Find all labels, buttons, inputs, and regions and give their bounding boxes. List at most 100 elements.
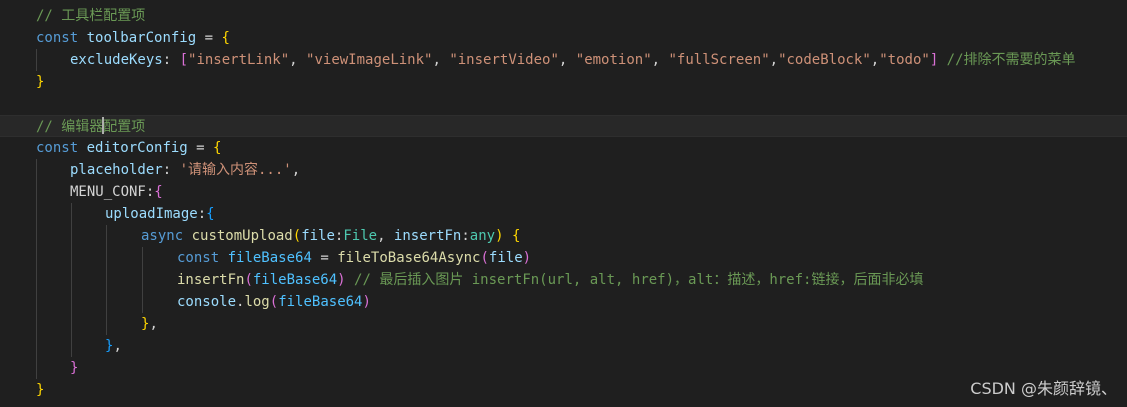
string-literal: "insertVideo" xyxy=(449,52,559,68)
indent-guide xyxy=(106,313,107,335)
function-name: fileToBase64Async xyxy=(337,250,481,266)
comment: // 工具栏配置项 xyxy=(36,8,146,24)
string-literal: "todo" xyxy=(879,52,930,68)
operator: = xyxy=(196,30,222,46)
string-literal: "emotion" xyxy=(575,52,652,68)
operator: = xyxy=(311,250,338,266)
comment: //排除不需要的菜单 xyxy=(938,52,1076,68)
string-literal: '请输入内容...' xyxy=(179,162,292,178)
colon: : xyxy=(162,52,180,68)
indent-guide xyxy=(106,269,107,291)
indent-guide xyxy=(71,269,72,291)
indent-guide xyxy=(71,335,72,357)
comma: , xyxy=(870,52,880,68)
keyword: const xyxy=(36,140,79,156)
identifier: toolbarConfig xyxy=(86,30,197,46)
watermark: CSDN @朱颜辞镜、 xyxy=(970,379,1117,398)
indent-guide xyxy=(36,247,37,269)
identifier: fileBase64 xyxy=(227,250,312,266)
code-line: }, xyxy=(0,313,1127,335)
current-line: // 编辑器配置项 xyxy=(0,115,1127,137)
comma: , xyxy=(149,316,158,332)
code-line: insertFn(fileBase64) // 最后插入图片 insertFn(… xyxy=(0,269,1127,291)
indent-guide xyxy=(36,203,37,225)
property-key: placeholder xyxy=(70,162,163,178)
code-line: const fileBase64 = fileToBase64Async(fil… xyxy=(0,247,1127,269)
keyword: async xyxy=(141,228,184,244)
comma: , xyxy=(291,162,301,178)
indent-guide xyxy=(142,291,143,313)
comment: // 最后插入图片 insertFn(url, alt, href)，alt：描… xyxy=(345,272,924,288)
function-name: insertFn xyxy=(177,272,245,288)
indent-guide xyxy=(36,313,37,335)
type-name: any xyxy=(469,228,496,244)
colon: : xyxy=(197,206,207,222)
operator: = xyxy=(187,140,214,156)
indent-guide xyxy=(142,269,143,291)
indent-guide xyxy=(142,247,143,269)
indent-guide xyxy=(36,357,37,379)
code-line: } xyxy=(0,357,1127,379)
paren: ( xyxy=(480,250,489,266)
function-name: log xyxy=(244,294,270,310)
argument: fileBase64 xyxy=(252,272,338,288)
paren: ) xyxy=(495,228,504,244)
comma: , xyxy=(769,52,779,68)
comment: 配置项 xyxy=(103,119,146,135)
code-line: uploadImage:{ xyxy=(0,203,1127,225)
parameter: file xyxy=(301,228,335,244)
identifier: console xyxy=(177,294,237,310)
indent-guide xyxy=(36,335,37,357)
indent-guide xyxy=(36,159,37,181)
brace: { xyxy=(221,30,230,46)
indent-guide xyxy=(36,225,37,247)
paren: ) xyxy=(362,294,371,310)
comma: , xyxy=(377,228,394,244)
property-key: MENU_CONF xyxy=(70,184,146,200)
indent-guide xyxy=(36,291,37,313)
brace: } xyxy=(36,74,45,90)
property-key: uploadImage xyxy=(105,206,198,222)
paren: ) xyxy=(337,272,346,288)
brace: { xyxy=(206,206,215,222)
comment: // 编辑器 xyxy=(36,119,104,135)
colon: : xyxy=(461,228,470,244)
code-line: console.log(fileBase64) xyxy=(0,291,1127,313)
bracket: [ xyxy=(179,52,189,68)
code-editor[interactable]: // 工具栏配置项 const toolbarConfig = { exclud… xyxy=(0,0,1127,407)
paren: ( xyxy=(292,228,302,244)
property-key: excludeKeys xyxy=(70,52,163,68)
code-line: placeholder: '请输入内容...', xyxy=(0,159,1127,181)
colon: : xyxy=(162,162,180,178)
keyword: const xyxy=(177,250,220,266)
paren: ) xyxy=(522,250,532,266)
string-literal: "fullScreen" xyxy=(668,52,770,68)
brace: { xyxy=(503,228,521,244)
parameter: insertFn xyxy=(393,228,462,244)
indent-guide xyxy=(71,203,72,225)
indent-guide xyxy=(71,313,72,335)
code-line: } xyxy=(0,379,1127,401)
code-line: // 工具栏配置项 xyxy=(0,5,1127,27)
brace: { xyxy=(154,184,163,200)
code-line: }, xyxy=(0,335,1127,357)
brace: } xyxy=(36,382,45,398)
paren: ( xyxy=(269,294,279,310)
code-line: MENU_CONF:{ xyxy=(0,181,1127,203)
comma: , xyxy=(289,52,307,68)
code-line: const editorConfig = { xyxy=(0,137,1127,159)
bracket: ] xyxy=(929,52,939,68)
indent-guide xyxy=(106,291,107,313)
paren: ( xyxy=(244,272,253,288)
indent-guide xyxy=(71,247,72,269)
indent-guide xyxy=(36,269,37,291)
indent-guide xyxy=(71,225,72,247)
type-name: File xyxy=(343,228,378,244)
indent-guide xyxy=(106,247,107,269)
string-literal: "insertLink" xyxy=(188,52,290,68)
code-line: async customUpload(file:File, insertFn:a… xyxy=(0,225,1127,247)
comma: , xyxy=(651,52,669,68)
string-literal: "viewImageLink" xyxy=(306,52,433,68)
indent-guide xyxy=(106,225,107,247)
